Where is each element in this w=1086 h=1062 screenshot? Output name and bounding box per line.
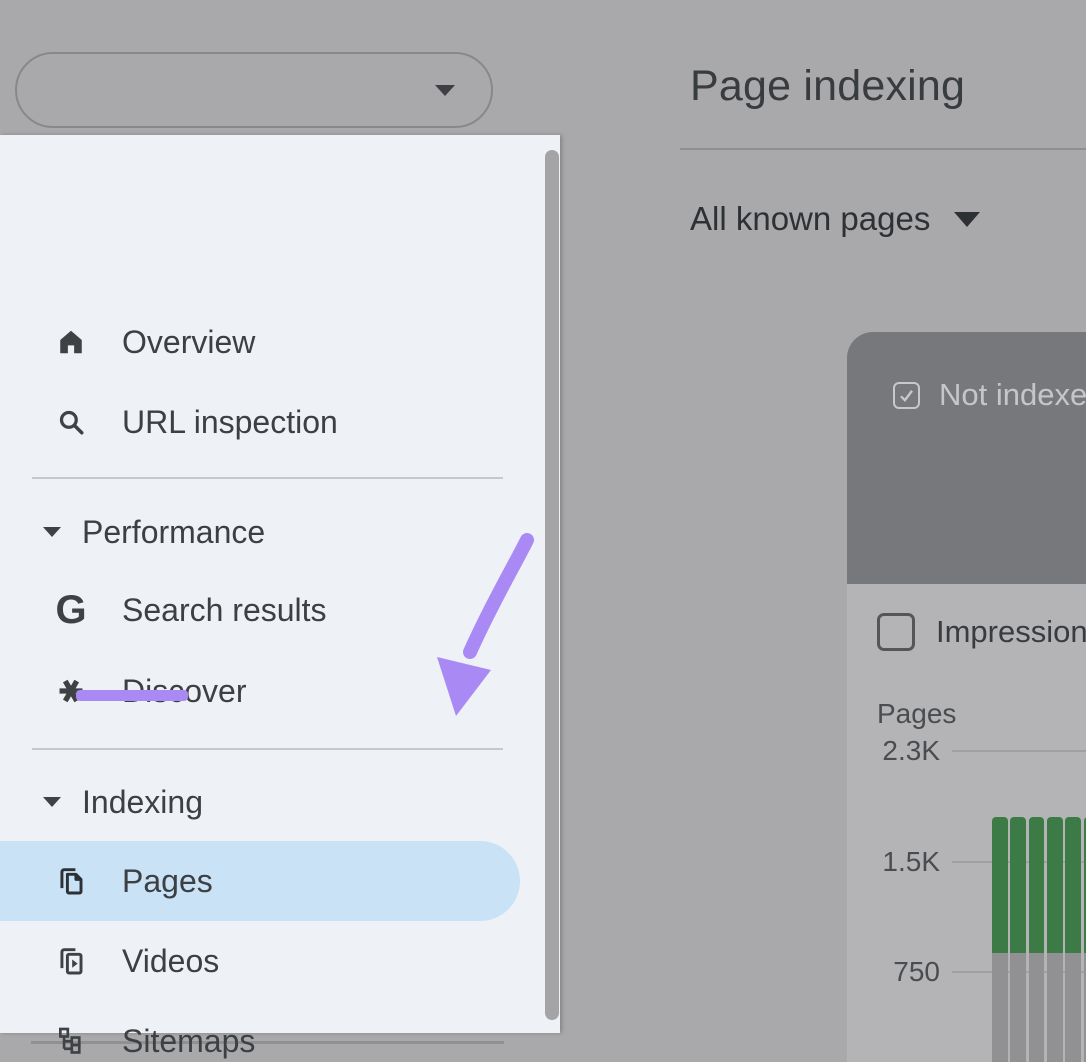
bar-not-indexed bbox=[1047, 953, 1063, 1062]
not-indexed-card[interactable]: Not indexed 861 6 reasons bbox=[847, 332, 1086, 584]
sidebar-item-sitemaps[interactable]: Sitemaps bbox=[0, 1001, 560, 1062]
impressions-label: Impressions bbox=[936, 614, 1086, 650]
sidebar-divider bbox=[32, 477, 503, 479]
sidebar-item-pages[interactable]: Pages bbox=[0, 841, 560, 921]
bar-not-indexed bbox=[1010, 953, 1026, 1062]
sidebar-section-label: Performance bbox=[82, 514, 265, 551]
sidebar-item-label: Pages bbox=[122, 863, 213, 900]
pages-chart: 750 1.5K 2.3K bbox=[847, 584, 1086, 1062]
bar-indexed bbox=[992, 817, 1008, 953]
sitemaps-icon bbox=[55, 1025, 87, 1057]
sidebar-item-videos[interactable]: Videos bbox=[0, 921, 560, 1001]
pages-icon bbox=[55, 865, 87, 897]
bar-indexed bbox=[1047, 817, 1063, 953]
bar-not-indexed bbox=[992, 953, 1008, 1062]
gridline bbox=[952, 750, 1086, 752]
sidebar-item-label: Search results bbox=[122, 592, 327, 629]
sidebar-item-label: Overview bbox=[122, 324, 255, 361]
sidebar-item-label: Sitemaps bbox=[122, 1023, 255, 1060]
page-filter-label: All known pages bbox=[690, 200, 930, 238]
not-indexed-label: Not indexed bbox=[939, 377, 1086, 413]
title-divider bbox=[680, 148, 1086, 150]
not-indexed-checkbox[interactable] bbox=[893, 382, 920, 409]
bar-indexed bbox=[1010, 817, 1026, 953]
sidebar-item-label: Videos bbox=[122, 943, 219, 980]
bar-indexed bbox=[1029, 817, 1045, 953]
sidebar: Overview URL inspection Performance G Se… bbox=[0, 135, 560, 1033]
search-icon bbox=[55, 406, 87, 438]
sidebar-item-search-results[interactable]: G Search results bbox=[0, 570, 560, 650]
property-selector[interactable] bbox=[15, 52, 493, 128]
sidebar-divider bbox=[32, 748, 503, 750]
page-title: Page indexing bbox=[690, 62, 965, 111]
home-icon bbox=[55, 326, 87, 358]
pages-chart-card: 750 1.5K 2.3K Impressions Pages bbox=[847, 584, 1086, 1062]
bar-not-indexed bbox=[1065, 953, 1081, 1062]
bar-indexed bbox=[1065, 817, 1081, 953]
sidebar-item-url-inspection[interactable]: URL inspection bbox=[0, 382, 560, 462]
y-tick-label: 750 bbox=[847, 955, 940, 989]
caret-down-icon bbox=[43, 797, 61, 807]
sidebar-item-overview[interactable]: Overview bbox=[0, 302, 560, 382]
videos-icon bbox=[55, 945, 87, 977]
y-tick-label: 1.5K bbox=[847, 845, 940, 879]
impressions-checkbox[interactable] bbox=[877, 613, 915, 651]
sidebar-item-label: Discover bbox=[122, 673, 246, 710]
sidebar-section-label: Indexing bbox=[82, 784, 203, 821]
chevron-down-icon bbox=[954, 212, 980, 227]
google-g-icon: G bbox=[55, 594, 87, 626]
sidebar-scrollbar[interactable] bbox=[545, 150, 559, 1020]
chevron-down-icon bbox=[435, 85, 455, 96]
asterisk-icon bbox=[55, 675, 87, 707]
sidebar-item-label: URL inspection bbox=[122, 404, 338, 441]
impressions-toggle-row[interactable]: Impressions bbox=[877, 613, 1086, 651]
bar-not-indexed bbox=[1029, 953, 1045, 1062]
sidebar-section-performance[interactable]: Performance bbox=[0, 492, 560, 572]
sidebar-section-indexing[interactable]: Indexing bbox=[0, 762, 560, 842]
y-tick-label: 2.3K bbox=[847, 734, 940, 768]
checkmark-icon bbox=[897, 386, 916, 405]
y-axis-title: Pages bbox=[877, 698, 956, 730]
google-search-console-screen: Page indexing All known pages Not indexe… bbox=[0, 0, 1086, 1062]
caret-down-icon bbox=[43, 527, 61, 537]
page-filter-dropdown[interactable]: All known pages bbox=[690, 198, 980, 240]
sidebar-item-discover[interactable]: Discover bbox=[0, 651, 560, 731]
